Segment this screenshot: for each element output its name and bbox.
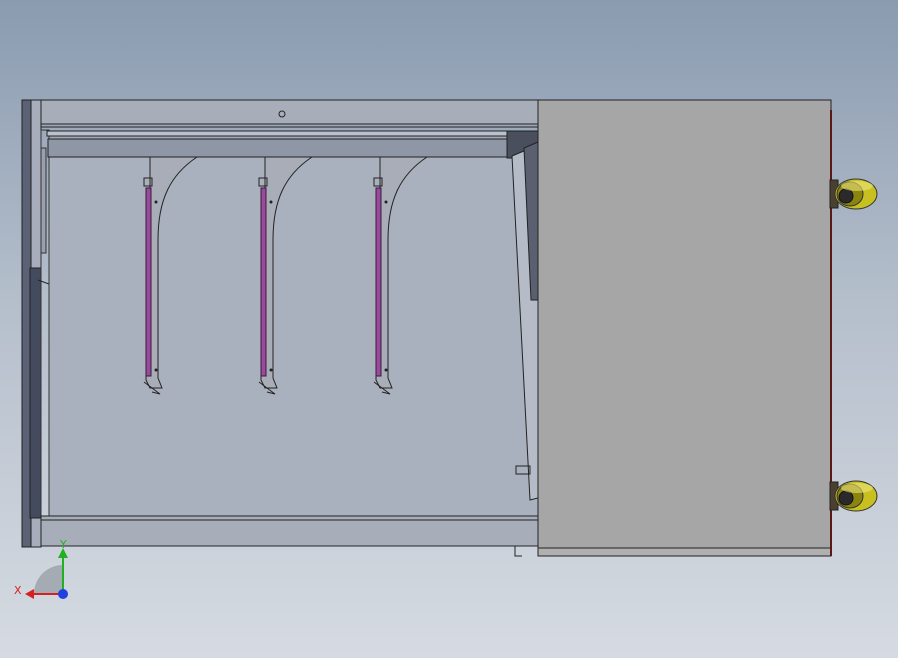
hanging-tube bbox=[47, 138, 511, 158]
cad-viewport[interactable]: X Y bbox=[0, 0, 898, 658]
caster-highlight bbox=[841, 181, 873, 191]
caster-top bbox=[829, 178, 878, 210]
caster-axle bbox=[838, 490, 854, 506]
bottom-rail bbox=[40, 515, 539, 557]
caster-axle bbox=[838, 188, 854, 204]
z-axis-dot bbox=[58, 589, 68, 599]
x-axis-arrow bbox=[25, 589, 34, 599]
bracket-screw bbox=[384, 200, 388, 204]
bracket-screw bbox=[154, 200, 158, 204]
bracket-strip bbox=[260, 187, 267, 377]
bracket-screw bbox=[269, 368, 273, 372]
bracket-strip bbox=[375, 187, 382, 377]
caster-highlight bbox=[841, 483, 873, 493]
y-axis-label: Y bbox=[59, 538, 67, 551]
cabinet-back-panel bbox=[48, 156, 539, 518]
side-door-panel bbox=[537, 99, 832, 557]
caster-bottom bbox=[829, 480, 878, 512]
bracket-screw bbox=[269, 200, 273, 204]
bracket-screw bbox=[384, 368, 388, 372]
bracket-screw bbox=[154, 368, 158, 372]
x-axis-label: X bbox=[14, 584, 22, 597]
bracket-strip bbox=[145, 187, 152, 377]
